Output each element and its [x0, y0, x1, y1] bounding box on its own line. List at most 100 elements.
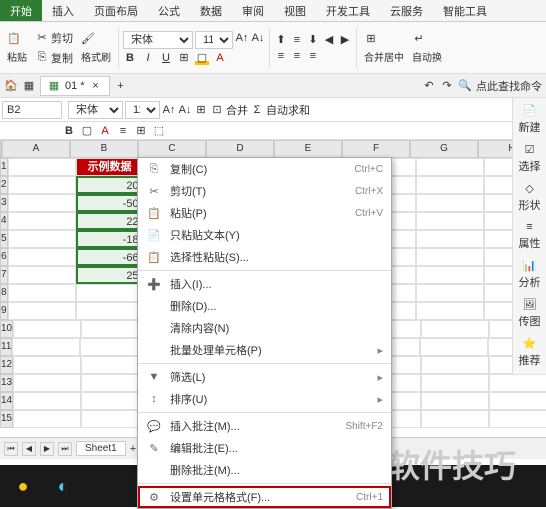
cell[interactable]: 22: [76, 212, 144, 230]
cell[interactable]: [416, 284, 484, 302]
cell[interactable]: [13, 392, 81, 410]
menu-item[interactable]: 删除批注(M)...: [138, 459, 391, 481]
cell[interactable]: [8, 176, 76, 194]
merge-center-button[interactable]: ⊞: [361, 30, 407, 46]
cut-button[interactable]: ✂剪切: [32, 29, 76, 47]
cell[interactable]: [76, 284, 144, 302]
cell[interactable]: [416, 230, 484, 248]
cell[interactable]: [76, 302, 144, 320]
next-sheet-icon[interactable]: ▶: [40, 442, 54, 456]
cell[interactable]: [421, 320, 489, 338]
align-top-icon[interactable]: ⬆: [274, 33, 288, 47]
cell[interactable]: [12, 338, 80, 356]
row-header[interactable]: 10: [0, 320, 13, 338]
tab-5[interactable]: 审阅: [232, 0, 274, 21]
menu-item[interactable]: ↕排序(U)▸: [138, 388, 391, 410]
increase-font-icon[interactable]: A↑: [162, 103, 176, 117]
copy-button[interactable]: ⎘复制: [32, 49, 76, 67]
menu-item[interactable]: ⚙设置单元格格式(F)...Ctrl+1: [138, 486, 391, 508]
menu-item[interactable]: 清除内容(N): [138, 317, 391, 339]
cell[interactable]: -50: [76, 194, 144, 212]
cell[interactable]: [8, 266, 76, 284]
taskbar-app-1[interactable]: ●: [6, 469, 40, 503]
col-header[interactable]: G: [410, 140, 478, 158]
row-header[interactable]: 4: [0, 212, 8, 230]
fill-color-icon[interactable]: ▢: [195, 51, 209, 65]
format-painter-button[interactable]: 🖌: [78, 30, 114, 46]
menu-item[interactable]: ✎编辑批注(E)...: [138, 437, 391, 459]
merge-icon[interactable]: ⊡: [210, 103, 224, 117]
align-bottom-icon[interactable]: ⬇: [306, 33, 320, 47]
row-header[interactable]: 5: [0, 230, 8, 248]
app-icon[interactable]: ▦: [22, 79, 36, 93]
italic-icon[interactable]: I: [141, 51, 155, 65]
col-header[interactable]: D: [206, 140, 274, 158]
last-sheet-icon[interactable]: ⏭: [58, 442, 72, 456]
cell[interactable]: [8, 302, 76, 320]
menu-item[interactable]: 📋选择性粘贴(S)...: [138, 246, 391, 268]
cell[interactable]: 20: [76, 176, 144, 194]
menu-item[interactable]: ✂剪切(T)Ctrl+X: [138, 180, 391, 202]
side-button[interactable]: ⭐推荐: [519, 337, 541, 368]
menu-item[interactable]: 📋粘贴(P)Ctrl+V: [138, 202, 391, 224]
close-icon[interactable]: ×: [89, 79, 103, 93]
border-icon[interactable]: ⊞: [194, 103, 208, 117]
row-header[interactable]: 13: [0, 374, 13, 392]
font-color-icon[interactable]: A: [213, 51, 227, 65]
cell[interactable]: 示例数据: [76, 158, 144, 176]
wrap-button[interactable]: ↵: [409, 30, 445, 46]
cell[interactable]: [416, 266, 484, 284]
prev-sheet-icon[interactable]: ◀: [22, 442, 36, 456]
merge-label[interactable]: 合并: [226, 102, 248, 118]
row-header[interactable]: 12: [0, 356, 13, 374]
sheet-tab[interactable]: Sheet1: [76, 441, 126, 456]
cell[interactable]: [13, 374, 81, 392]
menu-item[interactable]: 💬插入批注(M)...Shift+F2: [138, 415, 391, 437]
cell[interactable]: [416, 158, 484, 176]
indent-left-icon[interactable]: ◀: [322, 33, 336, 47]
home-icon[interactable]: 🏠: [4, 79, 18, 93]
tab-7[interactable]: 开发工具: [316, 0, 380, 21]
cell[interactable]: [416, 194, 484, 212]
col-header[interactable]: C: [138, 140, 206, 158]
tab-0[interactable]: 开始: [0, 0, 42, 21]
undo-icon[interactable]: ↶: [422, 79, 436, 93]
increase-font-icon[interactable]: A↑: [235, 31, 249, 45]
border-icon[interactable]: ⊞: [177, 51, 191, 65]
cell[interactable]: [421, 392, 489, 410]
mini-font-select[interactable]: 宋体: [68, 101, 123, 119]
cell[interactable]: [13, 356, 81, 374]
row-header[interactable]: 11: [0, 338, 12, 356]
cell[interactable]: 25: [76, 266, 144, 284]
cell[interactable]: [8, 248, 76, 266]
row-header[interactable]: 3: [0, 194, 8, 212]
cell[interactable]: [13, 410, 81, 428]
autosum-icon[interactable]: Σ: [250, 103, 264, 117]
cell[interactable]: [416, 176, 484, 194]
row-header[interactable]: 8: [0, 284, 8, 302]
tab-3[interactable]: 公式: [148, 0, 190, 21]
first-sheet-icon[interactable]: ⏮: [4, 442, 18, 456]
col-header[interactable]: B: [70, 140, 138, 158]
tab-1[interactable]: 插入: [42, 0, 84, 21]
border-icon[interactable]: ⊞: [134, 124, 148, 138]
side-button[interactable]: ≡属性: [519, 221, 541, 251]
tab-8[interactable]: 云服务: [380, 0, 433, 21]
paste-button[interactable]: 📋: [4, 30, 30, 46]
cell[interactable]: [416, 248, 484, 266]
tab-9[interactable]: 智能工具: [433, 0, 497, 21]
menu-item[interactable]: 批量处理单元格(P)▸: [138, 339, 391, 361]
col-header[interactable]: A: [2, 140, 70, 158]
mini-size-select[interactable]: 11: [125, 101, 160, 119]
menu-item[interactable]: ➕插入(I)...: [138, 273, 391, 295]
tab-6[interactable]: 视图: [274, 0, 316, 21]
size-select[interactable]: 11: [195, 31, 233, 49]
tab-2[interactable]: 页面布局: [84, 0, 148, 21]
indent-right-icon[interactable]: ▶: [338, 33, 352, 47]
cell[interactable]: -66: [76, 248, 144, 266]
row-header[interactable]: 1: [0, 158, 8, 176]
cell[interactable]: [489, 392, 546, 410]
decrease-font-icon[interactable]: A↓: [251, 31, 265, 45]
autosum-label[interactable]: 自动求和: [266, 102, 310, 118]
align-middle-icon[interactable]: ≡: [290, 33, 304, 47]
